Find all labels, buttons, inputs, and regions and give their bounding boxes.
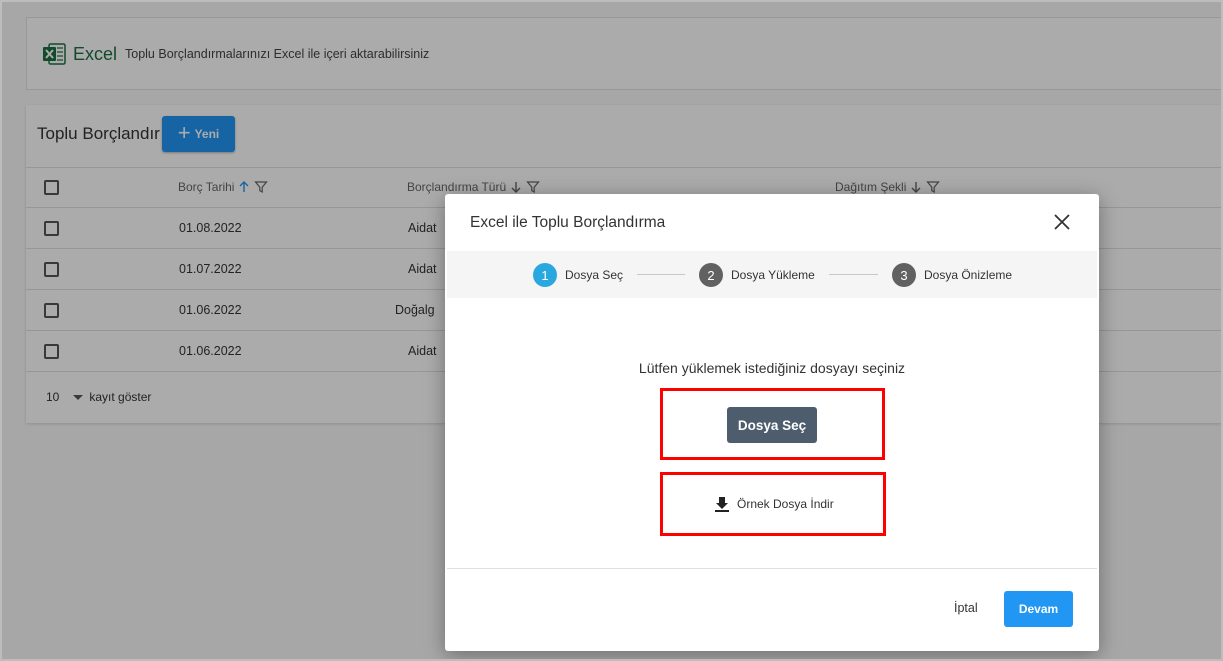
download-icon [715,497,729,512]
close-icon[interactable] [1052,212,1072,232]
step-connector [829,274,878,275]
wizard-stepper: 1 Dosya Seç 2 Dosya Yükleme 3 Dosya Öniz… [447,251,1097,298]
step-number: 2 [699,263,723,287]
dialog-footer-divider [447,568,1097,569]
select-file-button[interactable]: Dosya Seç [727,407,817,443]
dialog-title: Excel ile Toplu Borçlandırma [470,214,666,231]
app-frame: Excel Toplu Borçlandırmalarınızı Excel i… [0,0,1223,661]
download-sample-button[interactable]: Örnek Dosya İndir [713,495,834,513]
download-sample-label: Örnek Dosya İndir [737,497,834,511]
step-upload-file[interactable]: 2 Dosya Yükleme [699,263,815,287]
step-label: Dosya Önizleme [924,268,1013,282]
cancel-button[interactable]: İptal [954,601,978,615]
excel-import-dialog: Excel ile Toplu Borçlandırma 1 Dosya Seç… [445,194,1099,651]
continue-button[interactable]: Devam [1004,591,1073,627]
step-connector [637,274,685,275]
step-number: 1 [533,263,557,287]
step-label: Dosya Yükleme [731,268,815,282]
step-select-file[interactable]: 1 Dosya Seç [533,263,623,287]
upload-prompt: Lütfen yüklemek istediğiniz dosyayı seçi… [638,360,906,376]
step-number: 3 [892,263,916,287]
step-preview-file[interactable]: 3 Dosya Önizleme [892,263,1012,287]
step-label: Dosya Seç [565,268,624,282]
